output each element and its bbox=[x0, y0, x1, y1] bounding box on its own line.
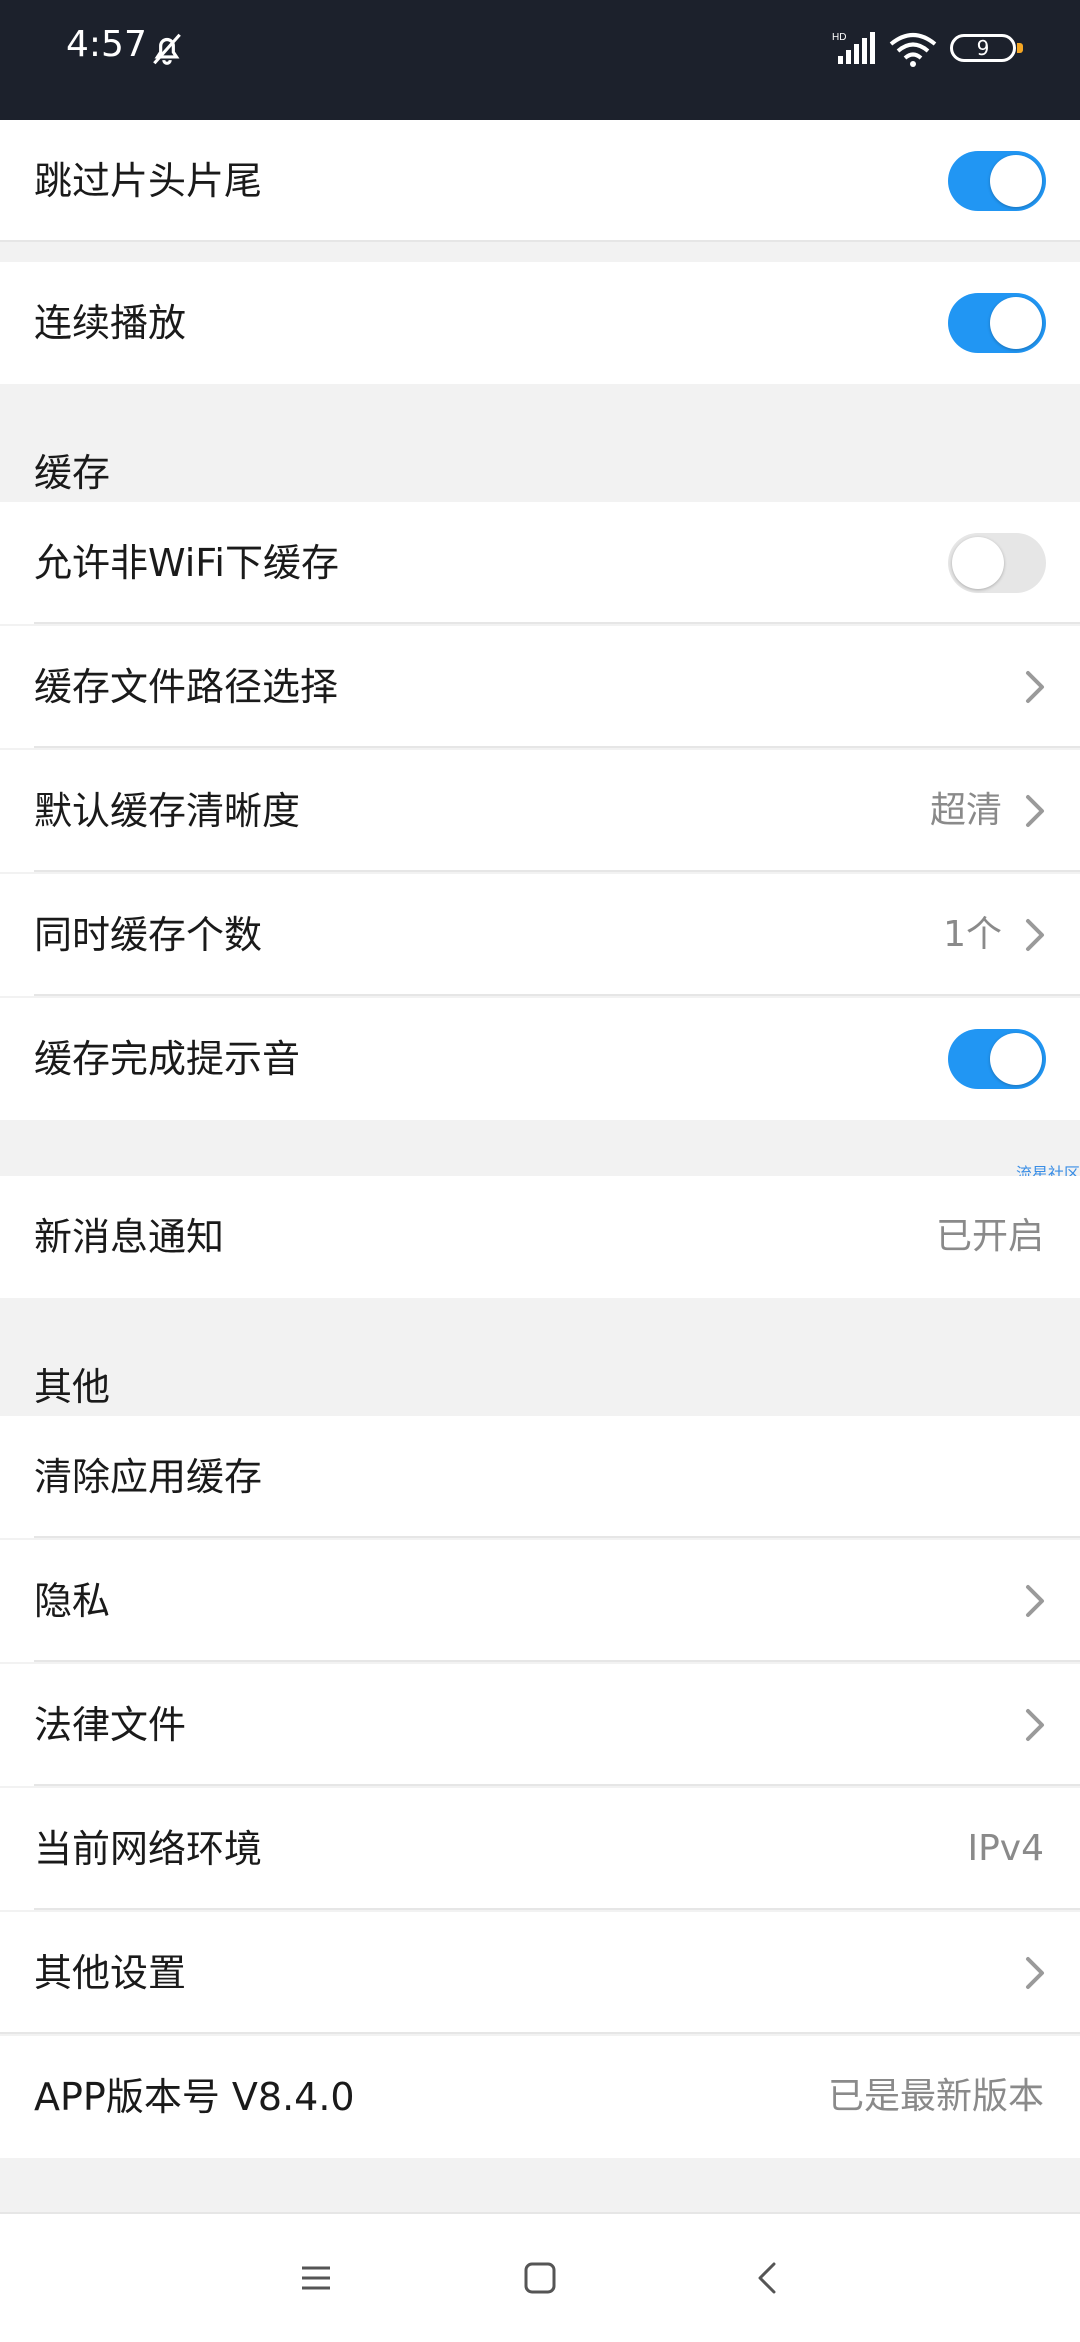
settings-row-value: IPv4 bbox=[967, 1828, 1044, 1869]
settings-row-value: 已是最新版本 bbox=[827, 2076, 1044, 2117]
autoplay-toggle[interactable] bbox=[948, 293, 1046, 353]
settings-row-network[interactable]: 当前网络环境 IPv4 bbox=[0, 1788, 1080, 1910]
settings-row-label: 当前网络环境 bbox=[34, 1827, 263, 1871]
settings-row-autoplay[interactable]: 连续播放 bbox=[0, 262, 1080, 384]
settings-row-label: 允许非WiFi下缓存 bbox=[34, 541, 339, 585]
settings-row-version[interactable]: APP版本号 V8.4.0 已是最新版本 bbox=[0, 2036, 1080, 2158]
settings-row-label: 清除应用缓存 bbox=[34, 1455, 263, 1499]
signal-icon: HD bbox=[832, 32, 875, 64]
bell-off-icon bbox=[153, 33, 181, 65]
settings-row-label: 跳过片头片尾 bbox=[34, 159, 263, 203]
settings-row-label: 其他设置 bbox=[34, 1951, 187, 1995]
settings-row-cache-sound[interactable]: 缓存完成提示音 bbox=[0, 998, 1080, 1120]
settings-row-cache-count[interactable]: 同时缓存个数 1个 bbox=[0, 874, 1080, 996]
settings-row-label: 缓存完成提示音 bbox=[34, 1037, 301, 1081]
chevron-right-icon bbox=[1026, 671, 1044, 703]
settings-row-skip-intro[interactable]: 跳过片头片尾 bbox=[0, 120, 1080, 242]
menu-icon[interactable] bbox=[296, 2258, 336, 2298]
settings-row-label: 同时缓存个数 bbox=[34, 913, 263, 957]
cache-sound-toggle[interactable] bbox=[948, 1029, 1046, 1089]
chevron-right-icon bbox=[1026, 1709, 1044, 1741]
chevron-right-icon bbox=[1026, 1957, 1044, 1989]
settings-row-notification[interactable]: 新消息通知 已开启 bbox=[0, 1176, 1080, 1298]
home-icon[interactable] bbox=[520, 2258, 560, 2298]
settings-row-value: 超清 bbox=[929, 790, 1002, 831]
settings-row-label: APP版本号 V8.4.0 bbox=[34, 2075, 355, 2119]
cache-non-wifi-toggle[interactable] bbox=[948, 533, 1046, 593]
battery-level: 9 bbox=[976, 36, 990, 60]
skip-intro-toggle[interactable] bbox=[948, 151, 1046, 211]
settings-row-clear-cache[interactable]: 清除应用缓存 bbox=[0, 1416, 1080, 1538]
chevron-right-icon bbox=[1026, 1585, 1044, 1617]
settings-row-label: 法律文件 bbox=[34, 1703, 187, 1747]
svg-text:HD: HD bbox=[832, 32, 846, 43]
nav-back-icon[interactable] bbox=[748, 2258, 788, 2298]
status-bar: 4:57 HD 9 bbox=[0, 0, 1080, 92]
settings-row-label: 连续播放 bbox=[34, 301, 187, 345]
settings-row-legal[interactable]: 法律文件 bbox=[0, 1664, 1080, 1786]
settings-row-value: 1个 bbox=[943, 914, 1002, 955]
section-title-other: 其他 bbox=[34, 1365, 111, 1409]
system-nav-bar bbox=[0, 2212, 1080, 2342]
settings-row-label: 默认缓存清晰度 bbox=[34, 789, 301, 833]
battery-icon: 9 bbox=[950, 34, 1023, 62]
status-time: 4:57 bbox=[66, 24, 147, 65]
chevron-right-icon bbox=[1026, 919, 1044, 951]
settings-row-label: 隐私 bbox=[34, 1579, 111, 1623]
section-title-cache: 缓存 bbox=[34, 451, 111, 495]
chevron-right-icon bbox=[1026, 795, 1044, 827]
settings-row-label: 新消息通知 bbox=[34, 1215, 225, 1259]
settings-row-value: 已开启 bbox=[935, 1216, 1044, 1257]
settings-row-label: 缓存文件路径选择 bbox=[34, 665, 339, 709]
settings-row-privacy[interactable]: 隐私 bbox=[0, 1540, 1080, 1662]
settings-row-other-settings[interactable]: 其他设置 bbox=[0, 1912, 1080, 2034]
settings-row-cache-path[interactable]: 缓存文件路径选择 bbox=[0, 626, 1080, 748]
wifi-icon bbox=[889, 33, 937, 67]
settings-row-cache-quality[interactable]: 默认缓存清晰度 超清 bbox=[0, 750, 1080, 872]
settings-row-cache-non-wifi[interactable]: 允许非WiFi下缓存 bbox=[0, 502, 1080, 624]
